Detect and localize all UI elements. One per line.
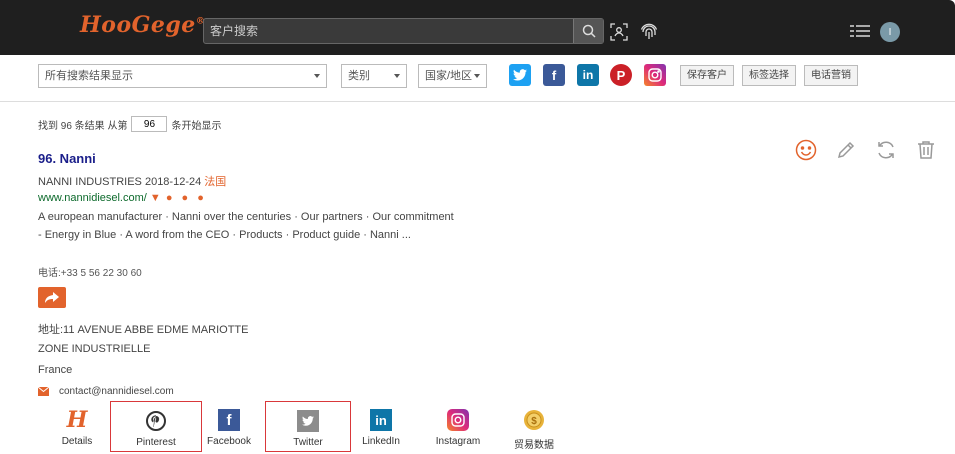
smiley-icon[interactable] — [794, 138, 818, 162]
tab-facebook[interactable]: f Facebook — [202, 401, 256, 452]
refresh-icon[interactable] — [874, 138, 898, 162]
save-customer-button[interactable]: 保存客户 — [680, 65, 734, 86]
email-link[interactable]: contact@nannidiesel.com — [59, 386, 174, 397]
twitter-icon — [297, 410, 319, 432]
tab-trade-data[interactable]: $ 贸易数据 — [508, 401, 560, 452]
top-bar: HooGege® I — [0, 0, 955, 55]
search-box — [203, 18, 604, 44]
address-line-1: 地址:11 AVENUE ABBE EDME MARIOTTE — [38, 324, 249, 336]
result-count-text: 找到 96 条结果 从第 — [38, 120, 128, 132]
tab-label: Twitter — [293, 437, 323, 448]
tab-details[interactable]: H Details — [48, 401, 106, 452]
phone-marketing-button[interactable]: 电话营销 — [804, 65, 858, 86]
chevron-down-icon — [394, 74, 400, 78]
trash-icon[interactable] — [914, 138, 938, 162]
chevron-down-icon — [314, 74, 320, 78]
company-line: NANNI INDUSTRIES 2018-12-24 法国 — [38, 176, 227, 188]
address-line-3: France — [38, 364, 73, 376]
url-dropdown-icon[interactable]: ▼ — [150, 192, 161, 204]
trade-coin-icon: $ — [523, 409, 545, 431]
email-line: contact@nannidiesel.com — [38, 386, 174, 397]
tab-label: LinkedIn — [362, 436, 400, 447]
logo[interactable]: HooGege® — [80, 12, 205, 38]
tab-label: Instagram — [435, 436, 481, 447]
share-arrow-icon — [45, 291, 59, 303]
more-dots-icon[interactable]: ● ● ● — [166, 192, 207, 204]
instagram-icon — [447, 409, 469, 431]
face-scan-icon[interactable] — [609, 22, 629, 42]
chevron-down-icon — [474, 74, 480, 78]
country-label: 法国 — [204, 176, 227, 188]
type-select[interactable]: 类别 — [341, 64, 407, 88]
start-index-input[interactable] — [131, 116, 168, 132]
search-icon — [582, 24, 596, 38]
result-description: A european manufacturer · Nanni over the… — [38, 211, 454, 241]
instagram-icon[interactable] — [644, 64, 666, 86]
share-button[interactable] — [38, 287, 66, 308]
svg-text:$: $ — [531, 416, 537, 427]
facebook-icon[interactable]: f — [543, 64, 565, 86]
tag-select-button[interactable]: 标签选择 — [742, 65, 796, 86]
result-count: 找到 96 条结果 从第 条开始显示 — [38, 116, 221, 132]
tab-linkedin[interactable]: in LinkedIn — [356, 401, 406, 452]
pinterest-icon[interactable]: P — [610, 64, 632, 86]
tab-instagram[interactable]: Instagram — [430, 401, 486, 452]
result-actions — [794, 138, 938, 162]
tab-label: 贸易数据 — [514, 440, 554, 451]
tab-pinterest[interactable]: Pinterest — [110, 401, 202, 452]
facebook-icon: f — [218, 409, 240, 431]
avatar[interactable]: I — [880, 22, 900, 42]
tab-label: Pinterest — [136, 437, 176, 448]
linkedin-icon[interactable]: in — [577, 64, 599, 86]
scope-select[interactable]: 所有搜索结果显示 — [38, 64, 327, 88]
linkedin-icon: in — [370, 409, 392, 431]
tab-label: Details — [61, 436, 93, 447]
phone-number: 电话:+33 5 56 22 30 60 — [38, 268, 142, 279]
website-link[interactable]: www.nannidiesel.com/ — [38, 192, 147, 204]
region-select[interactable]: 国家/地区 — [418, 64, 487, 88]
pinterest-icon — [145, 410, 167, 432]
filter-bar: 所有搜索结果显示 类别 国家/地区 f in P 保存客户 标签选择 电话营销 — [0, 55, 955, 102]
envelope-icon — [38, 387, 49, 396]
url-line: www.nannidiesel.com/ ▼ ● ● ● — [38, 192, 207, 204]
twitter-icon[interactable] — [509, 64, 531, 86]
tab-twitter[interactable]: Twitter — [265, 401, 351, 452]
list-menu-icon[interactable] — [850, 24, 870, 41]
edit-pencil-icon[interactable] — [834, 138, 858, 162]
tab-label: Facebook — [207, 436, 251, 447]
address-line-2: ZONE INDUSTRIELLE — [38, 343, 151, 355]
result-title[interactable]: 96. Nanni — [38, 151, 96, 166]
result-count-suffix: 条开始显示 — [171, 120, 222, 132]
hoogege-h-icon: H — [66, 407, 88, 433]
search-button[interactable] — [573, 19, 603, 43]
search-input[interactable] — [204, 19, 574, 43]
fingerprint-icon[interactable] — [639, 22, 659, 42]
